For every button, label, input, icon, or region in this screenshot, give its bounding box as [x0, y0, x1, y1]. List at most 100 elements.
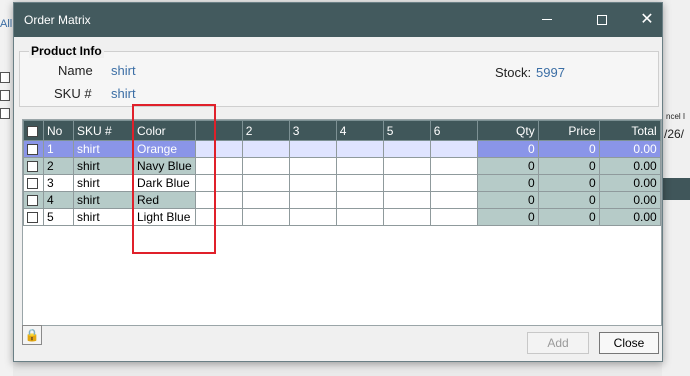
table-row[interactable]: 3 shirt Dark Blue 0 0 0.00: [23, 174, 661, 192]
row-checkbox[interactable]: [27, 161, 38, 173]
background-bar: [662, 178, 690, 200]
order-grid[interactable]: No SKU # Color 2 3 4 5 6 Qty Price Total: [22, 119, 662, 326]
size-cell[interactable]: [241, 191, 290, 209]
cell-price: 0: [537, 191, 600, 209]
cell-total: 0.00: [598, 174, 661, 192]
cell-no: 4: [43, 191, 74, 209]
all-link[interactable]: All: [0, 18, 12, 30]
size-cell[interactable]: [429, 174, 478, 192]
column-header[interactable]: 3: [288, 120, 337, 141]
cell-sku: shirt: [73, 208, 134, 226]
lock-button[interactable]: 🔒: [22, 325, 42, 345]
table-row[interactable]: 1 shirt Orange 0 0 0.00: [23, 140, 661, 158]
table-row[interactable]: 4 shirt Red 0 0 0.00: [23, 191, 661, 209]
minimize-button[interactable]: [524, 3, 570, 37]
size-cell[interactable]: [288, 208, 337, 226]
size-cell[interactable]: [382, 174, 431, 192]
column-header[interactable]: 5: [382, 120, 431, 141]
close-window-button[interactable]: ✕: [624, 3, 670, 37]
table-row[interactable]: 2 shirt Navy Blue 0 0 0.00: [23, 157, 661, 175]
size-cell[interactable]: [335, 191, 384, 209]
cell-total: 0.00: [598, 191, 661, 209]
row-checkbox[interactable]: [27, 212, 38, 224]
size-cell[interactable]: [382, 157, 431, 175]
size-cell[interactable]: [241, 140, 290, 158]
row-checkbox[interactable]: [27, 178, 38, 190]
cell-sku: shirt: [73, 157, 134, 175]
column-header[interactable]: 6: [429, 120, 478, 141]
cell-sku: shirt: [73, 140, 134, 158]
cell-total: 0.00: [598, 208, 661, 226]
add-button[interactable]: Add: [527, 332, 589, 354]
size-cell[interactable]: [429, 140, 478, 158]
column-header[interactable]: 4: [335, 120, 384, 141]
cell-no: 2: [43, 157, 74, 175]
cell-no: 3: [43, 174, 74, 192]
background-checkbox[interactable]: [0, 108, 10, 119]
size-cell[interactable]: [288, 174, 337, 192]
size-cell[interactable]: [288, 191, 337, 209]
background-checkbox[interactable]: [0, 72, 10, 83]
cell-qty: 0: [476, 174, 539, 192]
cell-total: 0.00: [598, 157, 661, 175]
column-header[interactable]: No: [43, 120, 74, 141]
cell-sku: shirt: [73, 191, 134, 209]
size-cell[interactable]: [429, 191, 478, 209]
color-column-highlight: [132, 104, 216, 254]
row-checkbox-cell[interactable]: [23, 208, 44, 226]
cell-qty: 0: [476, 208, 539, 226]
size-cell[interactable]: [335, 174, 384, 192]
close-button[interactable]: Close: [599, 332, 659, 354]
header-row: No SKU # Color 2 3 4 5 6 Qty Price Total: [23, 120, 661, 141]
maximize-button[interactable]: [579, 3, 625, 37]
cell-qty: 0: [476, 140, 539, 158]
cell-price: 0: [537, 157, 600, 175]
size-cell[interactable]: [288, 140, 337, 158]
stock-label: Stock:: [495, 65, 532, 80]
column-header[interactable]: 2: [241, 120, 290, 141]
background-text: ncel I: [666, 112, 686, 121]
column-header[interactable]: Qty: [476, 120, 539, 141]
cell-no: 5: [43, 208, 74, 226]
size-cell[interactable]: [429, 157, 478, 175]
size-cell[interactable]: [241, 157, 290, 175]
sku-label: SKU #: [54, 86, 92, 101]
size-cell[interactable]: [382, 140, 431, 158]
row-checkbox[interactable]: [27, 195, 38, 207]
row-checkbox-cell[interactable]: [23, 191, 44, 209]
background-checkbox[interactable]: [0, 90, 10, 101]
size-cell[interactable]: [241, 208, 290, 226]
background-right-panel: ncel I /26/: [662, 0, 690, 376]
row-checkbox-cell[interactable]: [23, 140, 44, 158]
size-cell[interactable]: [335, 157, 384, 175]
stock-value: 5997: [536, 65, 565, 80]
row-checkbox-cell[interactable]: [23, 174, 44, 192]
product-info-legend: Product Info: [29, 44, 104, 58]
title-bar[interactable]: Order Matrix ✕: [14, 3, 662, 37]
size-cell[interactable]: [382, 191, 431, 209]
cell-qty: 0: [476, 191, 539, 209]
column-header[interactable]: Total: [598, 120, 661, 141]
close-icon: ✕: [640, 11, 654, 28]
size-cell[interactable]: [241, 174, 290, 192]
size-cell[interactable]: [429, 208, 478, 226]
sku-value: shirt: [111, 86, 136, 101]
select-all-checkbox[interactable]: [27, 125, 38, 137]
select-all-header[interactable]: [23, 120, 44, 141]
row-checkbox[interactable]: [27, 144, 38, 156]
size-cell[interactable]: [382, 208, 431, 226]
window-title: Order Matrix: [24, 13, 91, 27]
size-cell[interactable]: [288, 157, 337, 175]
table-row[interactable]: 5 shirt Light Blue 0 0 0.00: [23, 208, 661, 226]
name-label: Name: [58, 63, 93, 78]
cell-sku: shirt: [73, 174, 134, 192]
column-header[interactable]: SKU #: [73, 120, 134, 141]
background-text: /26/: [664, 127, 685, 141]
column-header[interactable]: Price: [537, 120, 600, 141]
size-cell[interactable]: [335, 208, 384, 226]
row-checkbox-cell[interactable]: [23, 157, 44, 175]
size-cell[interactable]: [335, 140, 384, 158]
lock-icon: 🔒: [24, 328, 40, 342]
cell-qty: 0: [476, 157, 539, 175]
cell-total: 0.00: [598, 140, 661, 158]
